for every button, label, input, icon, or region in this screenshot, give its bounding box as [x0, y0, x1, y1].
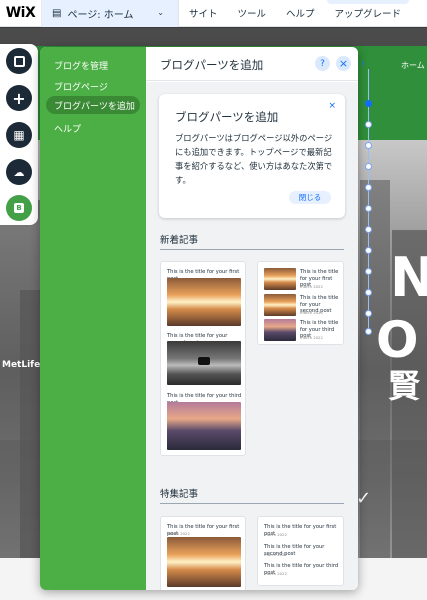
- info-close-icon[interactable]: ×: [328, 101, 336, 111]
- section-title-featured: 特集記事: [160, 489, 199, 500]
- scroll-dot[interactable]: [365, 121, 372, 128]
- featured-post-date-1: march 2022: [167, 531, 190, 536]
- chevron-down-icon: ⌄: [157, 7, 164, 17]
- menu-tools[interactable]: ツール: [228, 0, 277, 27]
- menu-upgrade[interactable]: アップグレード: [325, 0, 412, 27]
- post-image-2: [167, 341, 241, 385]
- scroll-dot[interactable]: [365, 328, 372, 335]
- scroll-dot[interactable]: [365, 184, 372, 191]
- checkmark-icon: ✓: [356, 488, 372, 509]
- help-icon[interactable]: ?: [315, 56, 330, 71]
- side-post-image-3: [264, 319, 296, 341]
- hero-letter-n: N: [390, 246, 427, 309]
- featured-list-date-3: march 2022: [264, 571, 287, 576]
- store-icon[interactable]: ▦: [6, 122, 32, 148]
- widget-recent-vertical[interactable]: This is the title for your first post Th…: [160, 261, 246, 456]
- pages-icon[interactable]: [6, 48, 32, 74]
- panel-main: ブログパーツを追加 ? × × ブログパーツを追加 ブログパーツはブログページ以…: [146, 47, 358, 590]
- scroll-dot[interactable]: [365, 205, 372, 212]
- scroll-indicator-rail: [363, 55, 375, 335]
- home-nav-label[interactable]: ホーム: [401, 60, 425, 71]
- scroll-dot[interactable]: [365, 247, 372, 254]
- wix-logo[interactable]: WiX: [0, 0, 42, 27]
- scroll-dot[interactable]: [365, 289, 372, 296]
- page-selector-label: ページ: ホーム: [67, 9, 134, 21]
- post-image-1: [167, 278, 241, 326]
- nav-manage-blog[interactable]: ブログを管理: [46, 56, 140, 74]
- section-divider: [160, 503, 344, 504]
- side-post-date-3: march 2022: [300, 335, 323, 340]
- info-card-title: ブログパーツを追加: [175, 110, 279, 124]
- menu-help[interactable]: ヘルプ: [276, 0, 325, 27]
- panel-scroll-area[interactable]: × ブログパーツを追加 ブログパーツはブログページ以外のページにも追加できます。…: [146, 82, 358, 590]
- metlife-sign: MetLife: [2, 360, 41, 370]
- featured-list-date-2: march 2022: [264, 552, 287, 557]
- side-post-date-2: march 2022: [300, 310, 323, 315]
- blog-panel: ブログを管理 ブログページ ブログパーツを追加 ヘルプ ブログパーツを追加 ? …: [40, 47, 358, 590]
- page-selector[interactable]: ▤ ページ: ホーム ⌄: [42, 0, 179, 27]
- info-card-body: ブログパーツはブログページ以外のページにも追加できます。トップページで最新記事を…: [175, 133, 333, 185]
- panel-title: ブログパーツを追加: [160, 58, 264, 72]
- widget-featured-vertical[interactable]: This is the title for your first post ma…: [160, 516, 246, 590]
- featured-post-image-1: [167, 537, 241, 587]
- scroll-dot[interactable]: [365, 163, 372, 170]
- hero-kanji: 賢: [388, 367, 421, 405]
- video-play-icon: [198, 357, 210, 365]
- widget-recent-side-list[interactable]: This is the title for your first post ma…: [257, 261, 344, 345]
- scroll-dot[interactable]: [365, 100, 372, 107]
- panel-header: ブログパーツを追加 ? ×: [146, 47, 358, 81]
- nav-help[interactable]: ヘルプ: [46, 119, 140, 137]
- panel-nav: ブログを管理 ブログページ ブログパーツを追加 ヘルプ: [40, 47, 146, 590]
- scroll-dot[interactable]: [365, 268, 372, 275]
- page-icon: ▤: [52, 7, 62, 19]
- widget-featured-text-list[interactable]: This is the title for your first post ma…: [257, 516, 344, 586]
- add-icon[interactable]: +: [6, 85, 32, 111]
- blog-icon: B: [6, 195, 32, 221]
- post-image-3: [167, 402, 241, 450]
- menu-site[interactable]: サイト: [179, 0, 228, 27]
- nav-blog-pages[interactable]: ブログページ: [46, 77, 140, 95]
- close-icon[interactable]: ×: [336, 56, 351, 71]
- info-close-button[interactable]: 閉じる: [289, 191, 331, 204]
- scroll-dot[interactable]: [365, 142, 372, 149]
- blog-rail-button[interactable]: B: [0, 191, 38, 225]
- section-divider: [160, 249, 344, 250]
- side-post-date-1: march 2022: [300, 284, 323, 289]
- nav-add-blog-parts[interactable]: ブログパーツを追加: [46, 96, 140, 114]
- upload-icon[interactable]: ☁: [6, 159, 32, 185]
- info-card: × ブログパーツを追加 ブログパーツはブログページ以外のページにも追加できます。…: [159, 94, 345, 218]
- featured-list-date-1: march 2022: [264, 532, 287, 537]
- section-title-recent: 新着記事: [160, 235, 199, 246]
- side-post-image-2: [264, 294, 296, 316]
- scroll-dot[interactable]: [365, 226, 372, 233]
- scroll-dot[interactable]: [365, 310, 372, 317]
- top-bar: WiX ▤ ページ: ホーム ⌄ サイト ツール ヘルプ アップグレード: [0, 0, 427, 27]
- side-post-image-1: [264, 268, 296, 290]
